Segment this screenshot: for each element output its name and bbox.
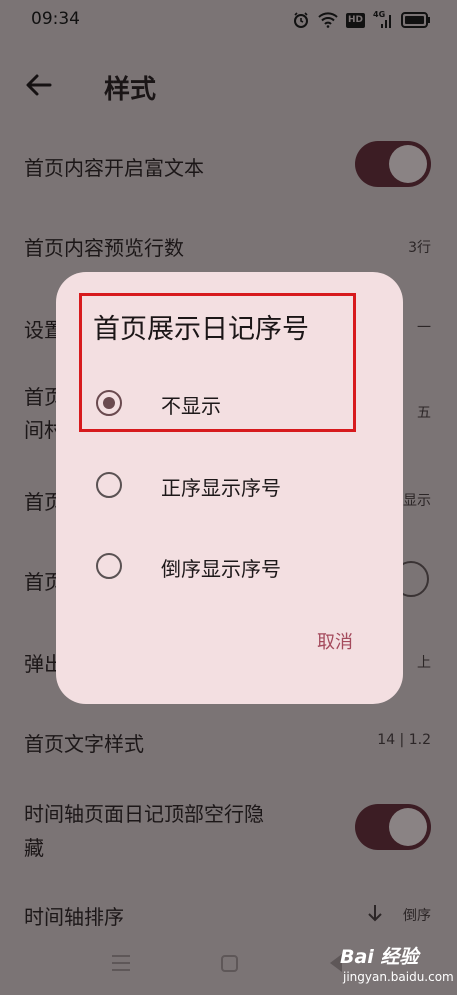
rich-text-toggle[interactable]: [355, 141, 431, 187]
setting-value: 倒序: [403, 908, 431, 924]
option-label: 倒序显示序号: [161, 557, 281, 581]
setting-value: 上: [417, 655, 431, 671]
watermark-logo: Bai 经验 jingyan.baidu.com: [340, 942, 454, 992]
setting-value: 五: [417, 405, 431, 421]
app-bar: 样式: [0, 55, 457, 115]
sort-down-icon: [368, 905, 382, 922]
setting-text-style[interactable]: 首页文字样式 14 | 1.2: [24, 724, 431, 760]
option-descending[interactable]: 倒序显示序号: [92, 541, 372, 591]
home-nav-icon[interactable]: [221, 955, 238, 972]
setting-rich-text[interactable]: 首页内容开启富文本: [24, 140, 431, 188]
back-arrow-icon[interactable]: [22, 68, 56, 102]
battery-icon: [401, 12, 430, 28]
hd-badge: HD: [345, 12, 365, 28]
watermark-url: jingyan.baidu.com: [343, 970, 454, 984]
status-bar: 09:34 HD 4G: [0, 0, 457, 40]
setting-label: 时间轴排序: [24, 905, 124, 929]
menu-nav-icon[interactable]: [112, 955, 130, 971]
cancel-button[interactable]: 取消: [317, 628, 353, 654]
status-icons: HD 4G: [292, 10, 431, 30]
page-title: 样式: [104, 75, 157, 105]
toggle-knob: [389, 808, 427, 846]
setting-label-line2: 藏: [24, 836, 44, 860]
setting-timeline-order[interactable]: 时间轴排序 倒序: [24, 897, 431, 933]
setting-preview-lines[interactable]: 首页内容预览行数 3行: [24, 228, 431, 264]
annotation-highlight-box: [79, 293, 356, 432]
hide-blank-line-toggle[interactable]: [355, 804, 431, 850]
setting-value: 14 | 1.2: [377, 732, 431, 748]
setting-label: 首页内容预览行数: [24, 236, 184, 260]
option-ascending[interactable]: 正序显示序号: [92, 460, 372, 510]
watermark-brand: Bai 经验: [340, 946, 419, 968]
setting-label: 首页内容开启富文本: [24, 156, 204, 180]
setting-value: 3行: [408, 240, 431, 256]
signal-icon: 4G: [373, 10, 393, 28]
setting-hide-blank-line[interactable]: 时间轴页面日记顶部空行隐 藏: [24, 795, 431, 865]
toggle-knob: [389, 145, 427, 183]
setting-value: 一: [417, 320, 431, 336]
status-time: 09:34: [31, 9, 80, 29]
radio-unselected[interactable]: [96, 472, 122, 498]
setting-label: 首页文字样式: [24, 732, 144, 756]
wifi-icon: [318, 12, 338, 28]
alarm-icon: [293, 12, 308, 28]
setting-value: 显示: [403, 493, 431, 509]
radio-unselected[interactable]: [96, 553, 122, 579]
option-label: 正序显示序号: [161, 476, 281, 500]
setting-label: 时间轴页面日记顶部空行隐: [24, 802, 264, 826]
